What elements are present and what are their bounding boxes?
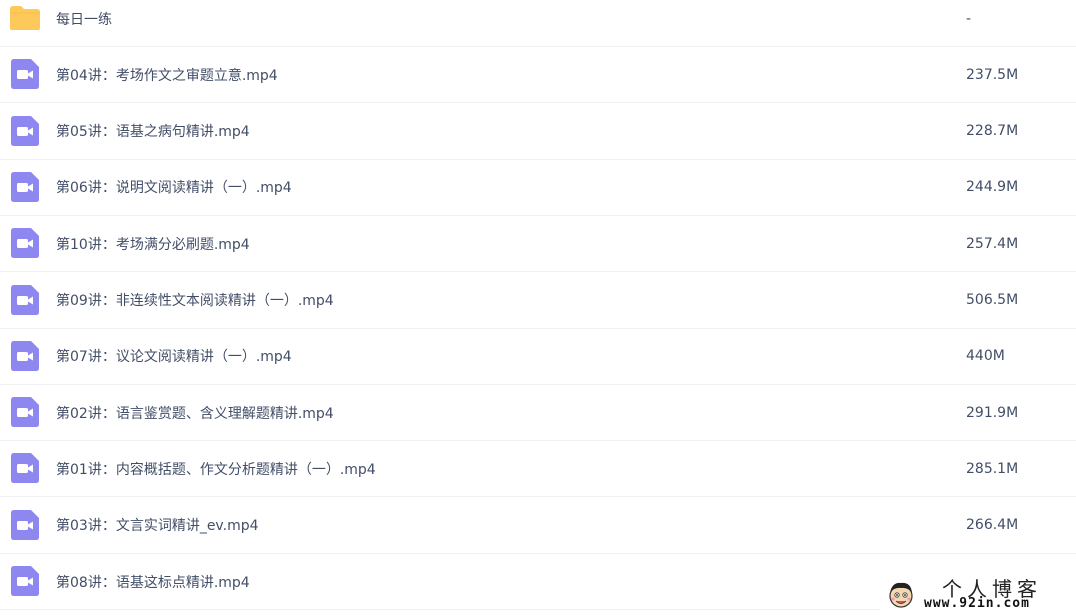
video-file-icon bbox=[11, 171, 39, 202]
file-name[interactable]: 第04讲：考场作文之审题立意.mp4 bbox=[56, 47, 278, 102]
file-name[interactable]: 第03讲：文言实词精讲_ev.mp4 bbox=[56, 498, 259, 553]
file-list: 每日一练 - 第04讲：考场作文之审题立意.mp4 237.5M 第05讲：语基之病句精… bbox=[0, 0, 1076, 615]
file-row[interactable]: 第10讲：考场满分必刷题.mp4 257.4M bbox=[0, 216, 1076, 273]
watermark-url: www.92in.com bbox=[924, 596, 1030, 611]
file-row[interactable]: 第07讲：议论文阅读精讲（一）.mp4 440M bbox=[0, 329, 1076, 385]
file-size: 285.1M bbox=[966, 460, 1019, 477]
file-size: - bbox=[966, 10, 972, 27]
video-file-icon bbox=[11, 284, 39, 315]
file-name[interactable]: 每日一练 bbox=[56, 0, 112, 46]
file-size: 237.5M bbox=[966, 66, 1019, 83]
file-size: 228.7M bbox=[966, 123, 1019, 140]
file-name[interactable]: 第07讲：议论文阅读精讲（一）.mp4 bbox=[56, 329, 292, 384]
folder-row[interactable]: 每日一练 - bbox=[0, 0, 1076, 47]
video-file-icon bbox=[11, 59, 39, 90]
video-file-icon bbox=[11, 397, 39, 428]
cartoon-face-icon bbox=[886, 579, 916, 609]
file-name[interactable]: 第06讲：说明文阅读精讲（一）.mp4 bbox=[56, 160, 292, 215]
file-row[interactable]: 第05讲：语基之病句精讲.mp4 228.7M bbox=[0, 104, 1076, 160]
video-file-icon bbox=[11, 566, 39, 596]
blog-watermark: 个人博客 www.92in.com bbox=[880, 571, 1076, 615]
file-size: 266.4M bbox=[966, 517, 1019, 534]
file-name[interactable]: 第10讲：考场满分必刷题.mp4 bbox=[56, 216, 250, 271]
video-file-icon bbox=[11, 228, 39, 259]
video-file-icon bbox=[11, 453, 39, 484]
file-row[interactable]: 第09讲：非连续性文本阅读精讲（一）.mp4 506.5M bbox=[0, 273, 1076, 329]
video-file-icon bbox=[11, 509, 39, 540]
file-name[interactable]: 第09讲：非连续性文本阅读精讲（一）.mp4 bbox=[56, 273, 334, 328]
file-name[interactable]: 第05讲：语基之病句精讲.mp4 bbox=[56, 104, 250, 159]
file-row[interactable]: 第04讲：考场作文之审题立意.mp4 237.5M bbox=[0, 47, 1076, 104]
file-size: 257.4M bbox=[966, 235, 1019, 252]
file-row[interactable]: 第06讲：说明文阅读精讲（一）.mp4 244.9M bbox=[0, 160, 1076, 216]
file-row[interactable]: 第03讲：文言实词精讲_ev.mp4 266.4M bbox=[0, 498, 1076, 554]
file-size: 440M bbox=[966, 348, 1005, 365]
folder-icon bbox=[10, 3, 40, 33]
file-name[interactable]: 第08讲：语基这标点精讲.mp4 bbox=[56, 554, 250, 609]
file-name[interactable]: 第01讲：内容概括题、作文分析题精讲（一）.mp4 bbox=[56, 441, 376, 496]
file-size: 244.9M bbox=[966, 179, 1019, 196]
file-size: 291.9M bbox=[966, 404, 1019, 421]
file-row[interactable]: 第02讲：语言鉴赏题、含义理解题精讲.mp4 291.9M bbox=[0, 385, 1076, 442]
video-file-icon bbox=[11, 340, 39, 371]
file-size: 506.5M bbox=[966, 292, 1019, 308]
file-name[interactable]: 第02讲：语言鉴赏题、含义理解题精讲.mp4 bbox=[56, 385, 334, 440]
video-file-icon bbox=[11, 115, 39, 146]
file-row[interactable]: 第01讲：内容概括题、作文分析题精讲（一）.mp4 285.1M bbox=[0, 441, 1076, 498]
